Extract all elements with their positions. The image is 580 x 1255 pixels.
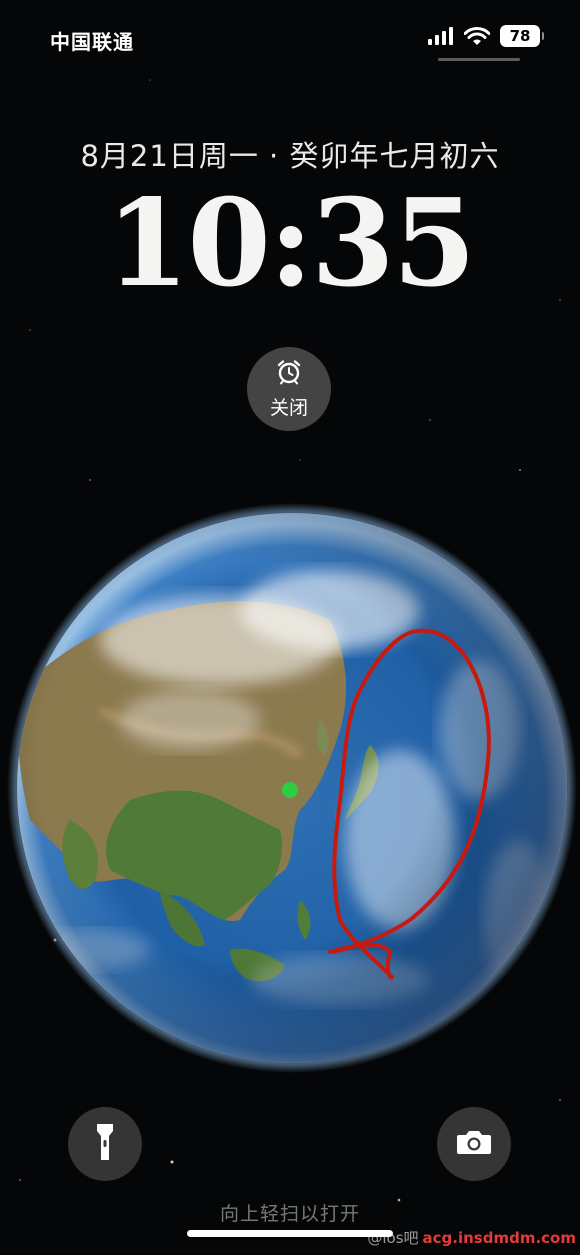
battery-icon: 78 — [500, 25, 544, 47]
camera-button[interactable] — [437, 1107, 511, 1181]
signal-icon — [428, 27, 454, 45]
earth-globe-icon — [7, 503, 577, 1073]
watermark-user: @ios吧 — [367, 1229, 419, 1247]
flashlight-button[interactable] — [68, 1107, 142, 1181]
alarm-clock-icon — [276, 359, 302, 389]
location-marker — [282, 782, 298, 798]
status-icons: 78 — [428, 25, 544, 47]
clock-time: 10:35 — [105, 173, 476, 314]
wifi-icon — [464, 26, 490, 46]
alarm-dismiss-label: 关闭 — [269, 396, 308, 419]
date-line: 8月21日周一 · 癸卯年七月初六 — [80, 139, 500, 173]
battery-level: 78 — [509, 27, 531, 45]
home-indicator[interactable] — [187, 1230, 393, 1237]
watermark-site: acg.insdmdm.com — [422, 1228, 576, 1247]
camera-icon — [456, 1128, 492, 1160]
alarm-widget[interactable]: 关闭 — [247, 347, 331, 431]
carrier-name: 中国联通 — [50, 30, 134, 54]
swipe-up-hint: 向上轻扫以打开 — [219, 1203, 360, 1225]
status-bar: 中国联通 78 — [0, 0, 580, 72]
watermark: @ios吧 acg.insdmdm.com — [367, 1227, 576, 1248]
flashlight-icon — [95, 1122, 115, 1166]
control-center-grabber[interactable] — [438, 58, 520, 61]
